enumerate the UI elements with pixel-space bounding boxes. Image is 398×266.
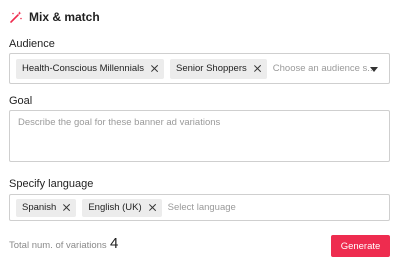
remove-chip-icon[interactable] [148, 203, 157, 212]
language-chip: English (UK) [82, 198, 162, 217]
language-chip-label: English (UK) [88, 202, 142, 213]
generate-button[interactable]: Generate [331, 235, 390, 257]
goal-placeholder: Describe the goal for these banner ad va… [18, 117, 221, 128]
remove-chip-icon[interactable] [150, 64, 159, 73]
remove-chip-icon[interactable] [62, 203, 71, 212]
mix-and-match-panel: Mix & match Audience Health-Conscious Mi… [0, 0, 398, 266]
language-select[interactable]: Spanish English (UK) Select language [9, 194, 390, 221]
goal-label: Goal [9, 95, 33, 107]
audience-chip-label: Senior Shoppers [175, 63, 247, 74]
audience-chip: Senior Shoppers [169, 58, 267, 79]
audience-chip-label: Health-Conscious Millennials [22, 63, 144, 74]
audience-chip: Health-Conscious Millennials [16, 58, 164, 79]
language-chip-label: Spanish [22, 202, 57, 213]
language-label: Specify language [9, 178, 94, 190]
language-search-input[interactable]: Select language [168, 202, 236, 213]
audience-select[interactable]: Health-Conscious Millennials Senior Shop… [9, 53, 390, 84]
remove-chip-icon[interactable] [253, 64, 262, 73]
chevron-down-icon[interactable] [370, 67, 378, 72]
goal-textarea[interactable]: Describe the goal for these banner ad va… [9, 110, 390, 162]
total-variations-label: Total num. of variations [9, 240, 107, 251]
magic-wand-icon [9, 10, 23, 24]
panel-title: Mix & match [29, 10, 100, 24]
total-variations-count: 4 [110, 235, 119, 252]
language-chip: Spanish [16, 198, 77, 217]
audience-label: Audience [9, 38, 55, 50]
panel-header: Mix & match [9, 9, 100, 25]
